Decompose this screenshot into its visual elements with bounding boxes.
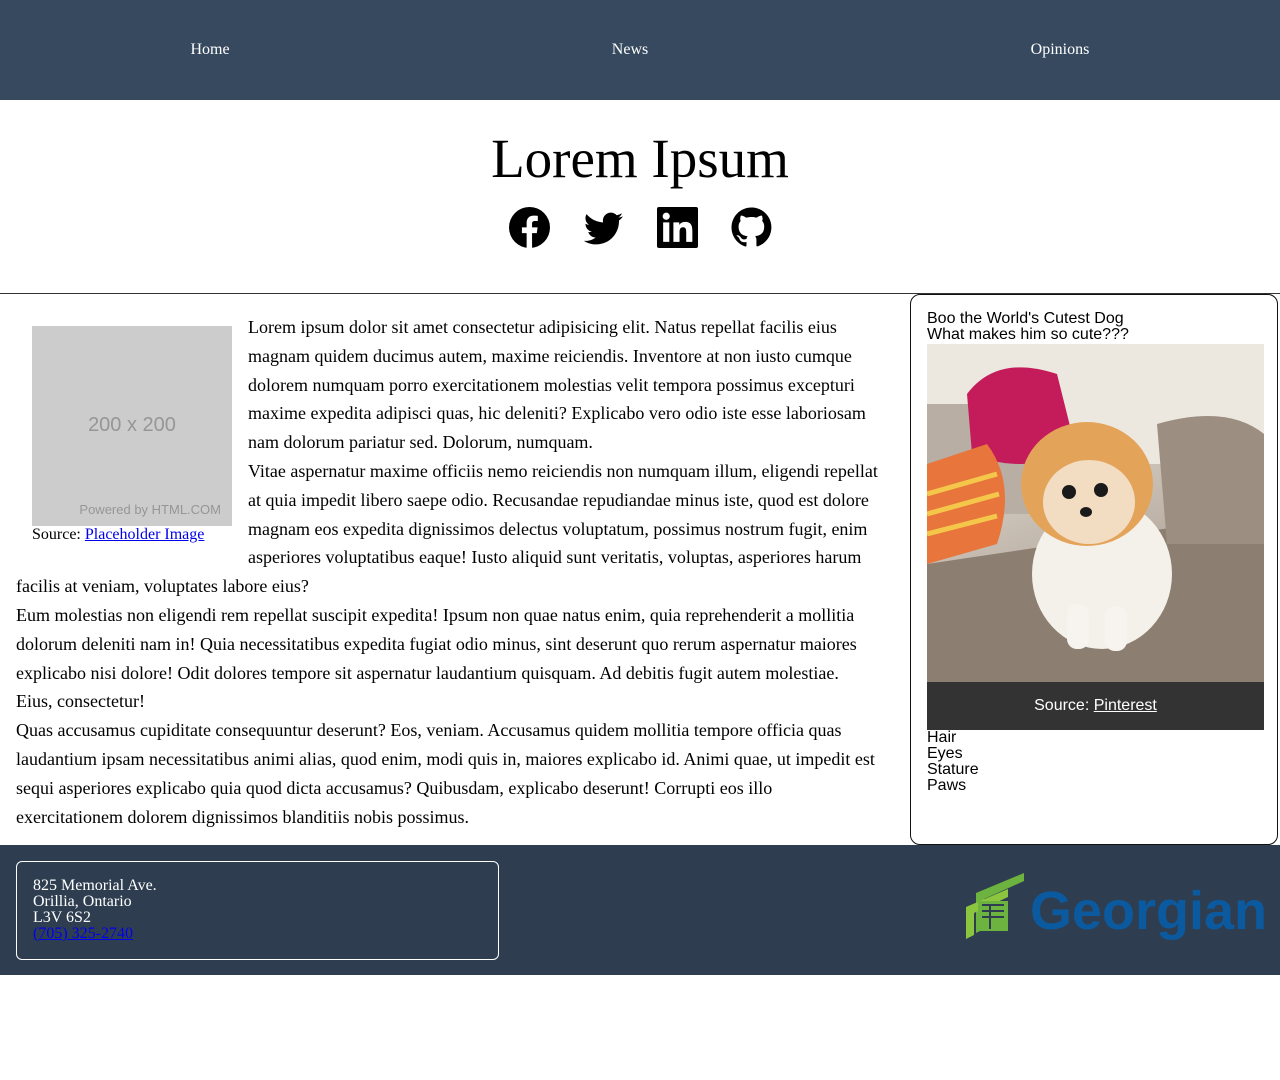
twitter-icon[interactable] xyxy=(583,207,624,248)
dog-photo xyxy=(927,344,1264,682)
article-paragraph: Eum molestias non eligendi rem repellat … xyxy=(16,604,857,712)
github-icon[interactable] xyxy=(731,207,772,248)
placeholder-size-label: 200 x 200 xyxy=(88,414,176,436)
placeholder-image: 200 x 200 Powered by HTML.COM xyxy=(32,326,232,526)
placeholder-figure: 200 x 200 Powered by HTML.COM Source: Pl… xyxy=(32,326,232,544)
address-city: Orillia, Ontario xyxy=(33,893,132,910)
nav-home-link[interactable]: Home xyxy=(0,41,420,59)
placeholder-powered-label: Powered by HTML.COM xyxy=(79,502,221,517)
nav-news-link[interactable]: News xyxy=(420,41,840,59)
dog-illustration xyxy=(927,344,1264,682)
dog-sidebar: Boo the World's Cutest Dog What makes hi… xyxy=(910,294,1278,845)
nav-opinions-link[interactable]: Opinions xyxy=(840,41,1280,59)
dog-photo-caption: Source: Pinterest xyxy=(927,682,1264,730)
phone-link[interactable]: (705) 325-2740 xyxy=(33,925,133,942)
top-navbar: Home News Opinions xyxy=(0,0,1280,100)
article-paragraph: Quas accusamus cupiditate consequuntur d… xyxy=(16,720,875,827)
trait-item: Eyes xyxy=(927,745,963,762)
address-box: 825 Memorial Ave. Orillia, Ontario L3V 6… xyxy=(16,861,499,960)
trait-item: Stature xyxy=(927,761,979,778)
linkedin-icon[interactable] xyxy=(656,206,698,248)
page-title: Lorem Ipsum xyxy=(491,128,789,189)
caption-prefix: Source: xyxy=(32,526,81,543)
placeholder-source-link[interactable]: Placeholder Image xyxy=(85,526,205,543)
social-links xyxy=(0,206,1280,248)
logo-text: Georgian xyxy=(1030,881,1264,941)
dog-caption-prefix: Source: xyxy=(1034,697,1090,714)
page-header: Lorem Ipsum xyxy=(0,100,1280,294)
article: 200 x 200 Powered by HTML.COM Source: Pl… xyxy=(0,294,894,845)
figure-caption: Source: Placeholder Image xyxy=(32,526,232,544)
pinterest-source-link[interactable]: Pinterest xyxy=(1094,697,1157,714)
address-postal: L3V 6S2 xyxy=(33,909,91,926)
facebook-icon[interactable] xyxy=(508,206,550,248)
georgian-logo[interactable]: Georgian xyxy=(964,873,1264,947)
sidebar-subtitle: What makes him so cute??? xyxy=(927,326,1129,343)
trait-item: Paws xyxy=(927,777,967,794)
address-street: 825 Memorial Ave. xyxy=(33,877,157,894)
content-area: 200 x 200 Powered by HTML.COM Source: Pl… xyxy=(0,294,1280,845)
sidebar-title: Boo the World's Cutest Dog xyxy=(927,310,1124,327)
trait-list: Hair Eyes Stature Paws xyxy=(927,730,1261,794)
page-footer: 825 Memorial Ave. Orillia, Ontario L3V 6… xyxy=(0,845,1280,975)
trait-item: Hair xyxy=(927,729,957,746)
